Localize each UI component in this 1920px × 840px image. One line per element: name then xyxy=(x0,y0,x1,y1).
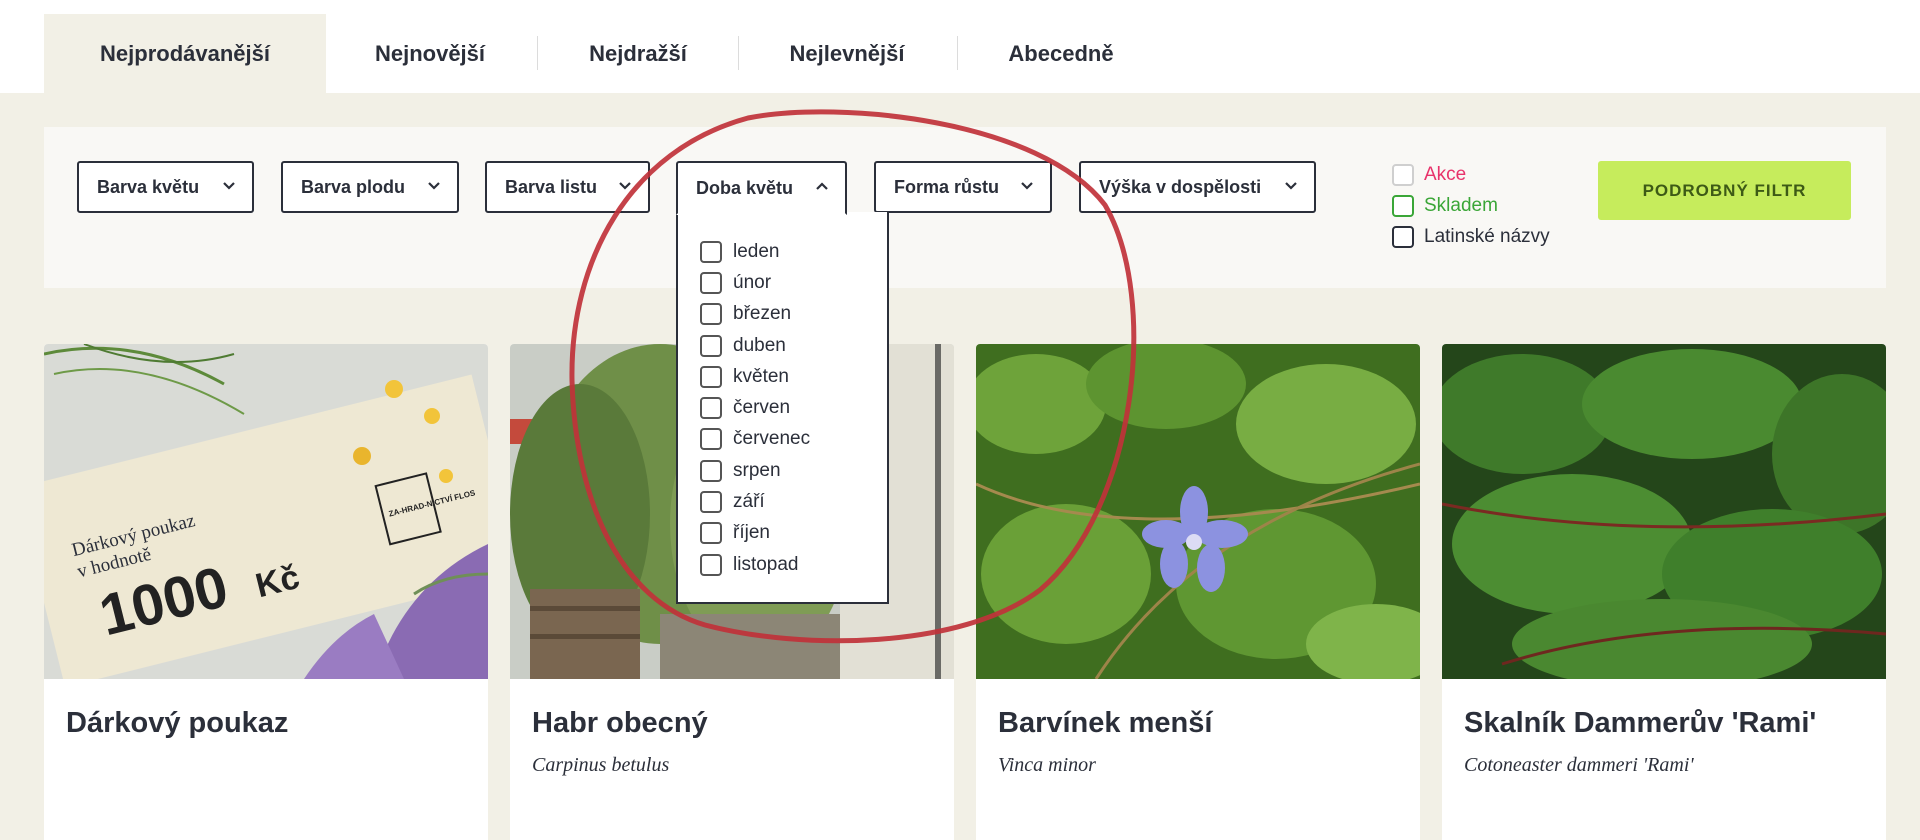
month-option-unor[interactable]: únor xyxy=(678,267,887,298)
dropdown-label: Doba květu xyxy=(696,177,794,198)
checkbox[interactable] xyxy=(1392,164,1414,186)
option-label: únor xyxy=(733,271,772,293)
tab-nejdrazsi[interactable]: Nejdražší xyxy=(540,14,736,93)
checkbox[interactable] xyxy=(700,397,722,420)
month-option-duben[interactable]: duben xyxy=(678,330,887,361)
option-label: květen xyxy=(733,365,789,387)
checkbox[interactable] xyxy=(700,491,722,514)
option-label: říjen xyxy=(733,522,770,544)
tab-nejnovejsi[interactable]: Nejnovější xyxy=(330,14,530,93)
checkbox[interactable] xyxy=(700,334,722,357)
checkbox-akce[interactable]: Akce xyxy=(1392,164,1466,186)
checkbox[interactable] xyxy=(700,459,722,482)
product-image xyxy=(1442,344,1886,679)
checkbox[interactable] xyxy=(1392,195,1414,217)
checkbox[interactable] xyxy=(700,553,722,576)
chevron-up-icon xyxy=(816,182,828,190)
product-card[interactable]: Dárkový poukaz v hodnotě 1000 Kč ZA-HRAD… xyxy=(44,344,488,840)
checkbox-latinske-nazvy[interactable]: Latinské názvy xyxy=(1392,226,1550,248)
product-latin-name: Vinca minor xyxy=(998,754,1096,776)
product-image xyxy=(976,344,1420,679)
checkbox-skladem[interactable]: Skladem xyxy=(1392,195,1498,217)
product-latin-name: Cotoneaster dammeri 'Rami' xyxy=(1464,754,1694,776)
checkbox-label: Latinské názvy xyxy=(1424,226,1550,247)
checkbox-label: Akce xyxy=(1424,164,1467,185)
tab-nejlevnejsi[interactable]: Nejlevnější xyxy=(740,14,954,93)
checkbox[interactable] xyxy=(700,522,722,545)
tab-nejprodavanejsi[interactable]: Nejprodávanější xyxy=(44,14,326,93)
option-label: září xyxy=(733,491,765,513)
month-option-listopad[interactable]: listopad xyxy=(678,549,887,580)
detail-filter-button[interactable]: PODROBNÝ FILTR xyxy=(1598,161,1851,220)
checkbox-label: Skladem xyxy=(1424,195,1498,216)
product-name: Habr obecný xyxy=(532,707,708,739)
option-label: březen xyxy=(733,303,792,325)
product-name: Skalník Dammerův 'Rami' xyxy=(1464,707,1817,739)
option-label: červen xyxy=(733,397,791,419)
checkbox[interactable] xyxy=(700,365,722,388)
product-card[interactable]: Barvínek menší Vinca minor xyxy=(976,344,1420,840)
tab-divider xyxy=(738,36,739,70)
dropdown-label: Barva květu xyxy=(97,176,200,197)
filter-vyska-v-dospelosti[interactable]: Výška v dospělosti xyxy=(1079,161,1316,213)
dropdown-label: Forma růstu xyxy=(894,176,1000,197)
tab-divider xyxy=(957,36,958,70)
option-label: listopad xyxy=(733,553,799,575)
product-name: Barvínek menší xyxy=(998,707,1213,739)
chevron-down-icon xyxy=(1285,182,1297,190)
checkbox[interactable] xyxy=(700,303,722,326)
dropdown-label: Výška v dospělosti xyxy=(1099,176,1262,197)
month-option-zari[interactable]: září xyxy=(678,486,887,517)
month-option-rijen[interactable]: říjen xyxy=(678,518,887,549)
checkbox[interactable] xyxy=(700,428,722,451)
filter-barva-kvetu[interactable]: Barva květu xyxy=(77,161,254,213)
option-label: leden xyxy=(733,240,780,262)
month-option-leden[interactable]: leden xyxy=(678,236,887,267)
filter-forma-rustu[interactable]: Forma růstu xyxy=(874,161,1052,213)
filter-barva-listu[interactable]: Barva listu xyxy=(485,161,650,213)
product-latin-name: Carpinus betulus xyxy=(532,754,670,776)
checkbox[interactable] xyxy=(1392,226,1414,248)
filter-doba-kvetu[interactable]: Doba květu xyxy=(676,161,847,215)
chevron-down-icon xyxy=(1021,182,1033,190)
tab-divider xyxy=(537,36,538,70)
dropdown-label: Barva plodu xyxy=(301,176,406,197)
product-card[interactable]: Skalník Dammerův 'Rami' Cotoneaster damm… xyxy=(1442,344,1886,840)
filter-barva-plodu[interactable]: Barva plodu xyxy=(281,161,459,213)
month-option-brezen[interactable]: březen xyxy=(678,299,887,330)
product-name: Dárkový poukaz xyxy=(66,707,289,739)
chevron-down-icon xyxy=(428,182,440,190)
checkbox[interactable] xyxy=(700,271,722,294)
option-label: srpen xyxy=(733,459,781,481)
chevron-down-icon xyxy=(619,182,631,190)
checkbox[interactable] xyxy=(700,240,722,263)
chevron-down-icon xyxy=(223,182,235,190)
dropdown-label: Barva listu xyxy=(505,176,598,197)
month-option-srpen[interactable]: srpen xyxy=(678,455,887,486)
option-label: duben xyxy=(733,334,786,356)
month-option-cerven[interactable]: červen xyxy=(678,392,887,423)
month-option-kveten[interactable]: květen xyxy=(678,361,887,392)
month-option-cervenec[interactable]: červenec xyxy=(678,424,887,455)
doba-kvetu-menu: leden únor březen duben květen červen če… xyxy=(676,212,889,604)
option-label: červenec xyxy=(733,428,811,450)
sort-tabs: Nejprodávanější Nejnovější Nejdražší Nej… xyxy=(0,0,1920,93)
voucher-image: Dárkový poukaz v hodnotě 1000 Kč ZA-HRAD… xyxy=(44,344,488,679)
tab-abecedne[interactable]: Abecedně xyxy=(960,14,1162,93)
